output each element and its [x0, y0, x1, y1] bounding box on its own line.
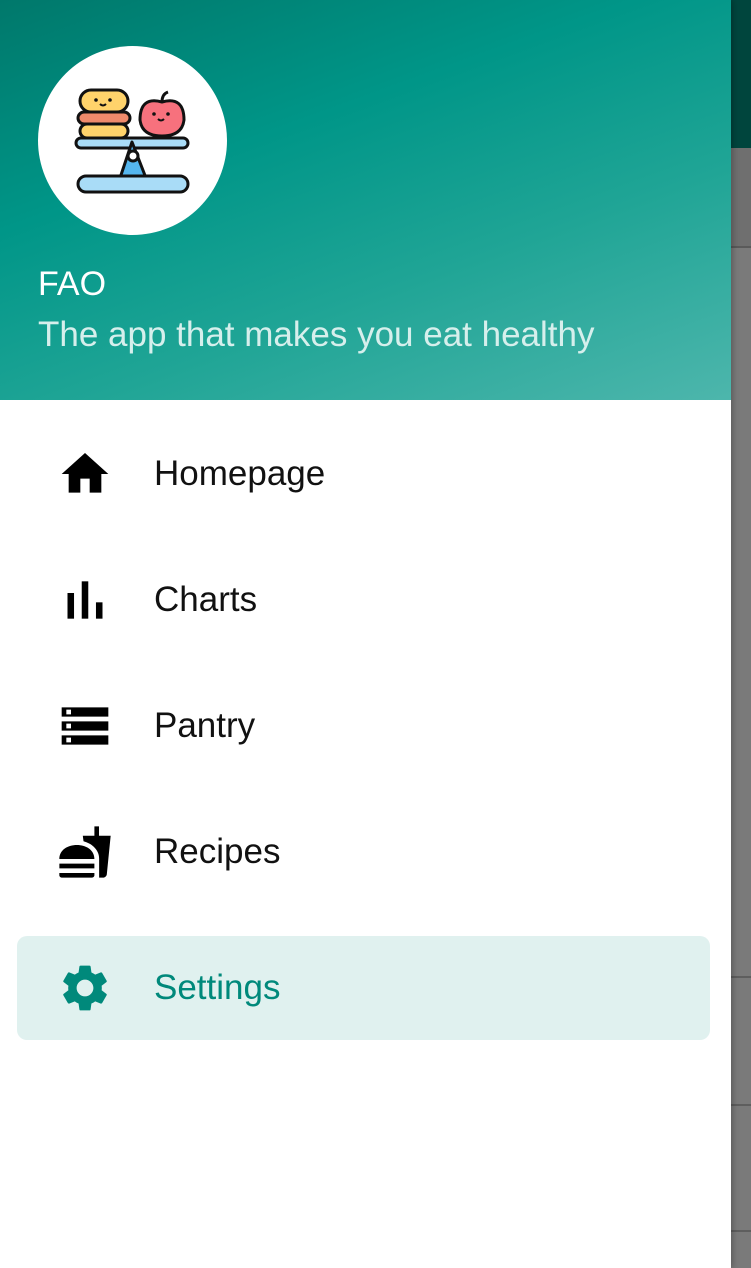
background-divider	[731, 1230, 751, 1232]
app-tagline: The app that makes you eat healthy	[38, 315, 595, 354]
nav-item-homepage[interactable]: Homepage	[17, 422, 710, 526]
nav-item-recipes[interactable]: Recipes	[17, 800, 710, 904]
gear-icon	[63, 965, 107, 1011]
nav-item-label: Settings	[154, 968, 281, 1007]
fastfood-icon	[59, 826, 111, 878]
nav-item-label: Recipes	[154, 832, 281, 871]
app-name: FAO	[38, 265, 107, 303]
background-divider	[731, 1104, 751, 1106]
drawer-header: FAO The app that makes you eat healthy	[0, 0, 731, 400]
storage-icon	[61, 707, 109, 745]
app-logo	[38, 46, 227, 235]
nav-item-label: Pantry	[154, 706, 256, 745]
home-icon	[61, 453, 109, 493]
navigation-drawer: FAO The app that makes you eat healthy H…	[0, 0, 731, 1268]
nav-item-pantry[interactable]: Pantry	[17, 674, 710, 778]
nav-item-label: Charts	[154, 580, 258, 619]
nav-item-settings[interactable]: Settings	[17, 936, 710, 1040]
background-divider	[731, 976, 751, 978]
nav-item-label: Homepage	[154, 454, 326, 493]
scale-food-logo-icon	[74, 88, 190, 194]
bar-chart-icon	[67, 581, 103, 619]
nav-item-charts[interactable]: Charts	[17, 548, 710, 652]
